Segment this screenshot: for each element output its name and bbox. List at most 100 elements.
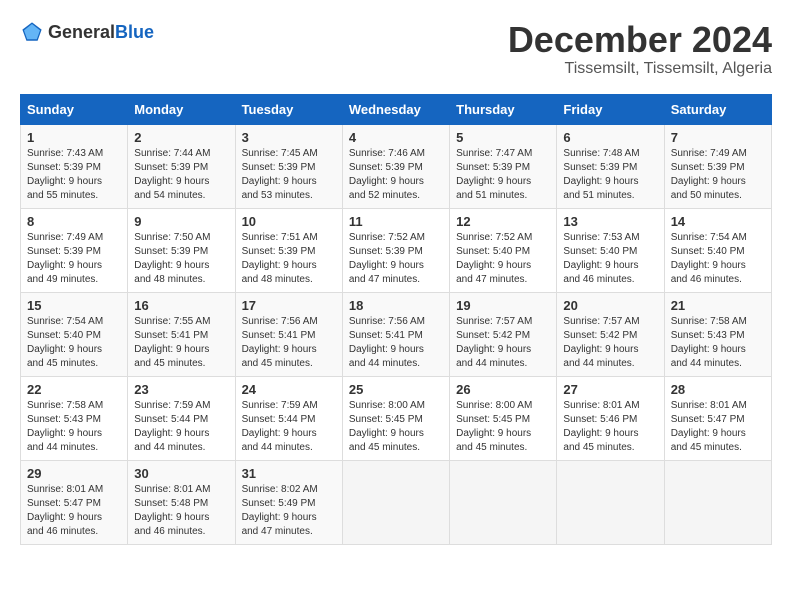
- day-info: Sunrise: 8:00 AMSunset: 5:45 PMDaylight:…: [349, 400, 425, 453]
- table-row: 16 Sunrise: 7:55 AMSunset: 5:41 PMDaylig…: [128, 292, 235, 376]
- day-number: 29: [27, 466, 121, 481]
- day-number: 24: [242, 382, 336, 397]
- day-info: Sunrise: 7:43 AMSunset: 5:39 PMDaylight:…: [27, 148, 103, 201]
- day-number: 12: [456, 214, 550, 229]
- day-number: 28: [671, 382, 765, 397]
- day-info: Sunrise: 8:01 AMSunset: 5:47 PMDaylight:…: [671, 400, 747, 453]
- day-number: 14: [671, 214, 765, 229]
- table-row: 18 Sunrise: 7:56 AMSunset: 5:41 PMDaylig…: [342, 292, 449, 376]
- day-number: 17: [242, 298, 336, 313]
- day-info: Sunrise: 7:53 AMSunset: 5:40 PMDaylight:…: [563, 232, 639, 285]
- day-number: 20: [563, 298, 657, 313]
- calendar-week-row: 15 Sunrise: 7:54 AMSunset: 5:40 PMDaylig…: [21, 292, 772, 376]
- day-info: Sunrise: 7:47 AMSunset: 5:39 PMDaylight:…: [456, 148, 532, 201]
- col-friday: Friday: [557, 94, 664, 124]
- day-number: 25: [349, 382, 443, 397]
- table-row: 19 Sunrise: 7:57 AMSunset: 5:42 PMDaylig…: [450, 292, 557, 376]
- day-info: Sunrise: 7:49 AMSunset: 5:39 PMDaylight:…: [27, 232, 103, 285]
- day-info: Sunrise: 8:01 AMSunset: 5:47 PMDaylight:…: [27, 484, 103, 537]
- day-number: 30: [134, 466, 228, 481]
- day-info: Sunrise: 7:57 AMSunset: 5:42 PMDaylight:…: [563, 316, 639, 369]
- table-row: 7 Sunrise: 7:49 AMSunset: 5:39 PMDayligh…: [664, 124, 771, 208]
- day-info: Sunrise: 8:01 AMSunset: 5:48 PMDaylight:…: [134, 484, 210, 537]
- table-row: [664, 460, 771, 544]
- day-info: Sunrise: 7:51 AMSunset: 5:39 PMDaylight:…: [242, 232, 318, 285]
- day-number: 26: [456, 382, 550, 397]
- table-row: 1 Sunrise: 7:43 AMSunset: 5:39 PMDayligh…: [21, 124, 128, 208]
- day-number: 1: [27, 130, 121, 145]
- calendar-week-row: 22 Sunrise: 7:58 AMSunset: 5:43 PMDaylig…: [21, 376, 772, 460]
- table-row: 8 Sunrise: 7:49 AMSunset: 5:39 PMDayligh…: [21, 208, 128, 292]
- day-info: Sunrise: 7:59 AMSunset: 5:44 PMDaylight:…: [134, 400, 210, 453]
- day-number: 9: [134, 214, 228, 229]
- day-number: 21: [671, 298, 765, 313]
- page-container: GeneralBlue December 2024 Tissemsilt, Ti…: [20, 20, 772, 545]
- day-number: 22: [27, 382, 121, 397]
- day-info: Sunrise: 7:57 AMSunset: 5:42 PMDaylight:…: [456, 316, 532, 369]
- day-number: 19: [456, 298, 550, 313]
- table-row: 5 Sunrise: 7:47 AMSunset: 5:39 PMDayligh…: [450, 124, 557, 208]
- calendar-week-row: 8 Sunrise: 7:49 AMSunset: 5:39 PMDayligh…: [21, 208, 772, 292]
- table-row: [557, 460, 664, 544]
- col-sunday: Sunday: [21, 94, 128, 124]
- table-row: 9 Sunrise: 7:50 AMSunset: 5:39 PMDayligh…: [128, 208, 235, 292]
- table-row: 28 Sunrise: 8:01 AMSunset: 5:47 PMDaylig…: [664, 376, 771, 460]
- calendar-week-row: 29 Sunrise: 8:01 AMSunset: 5:47 PMDaylig…: [21, 460, 772, 544]
- day-info: Sunrise: 7:54 AMSunset: 5:40 PMDaylight:…: [27, 316, 103, 369]
- calendar-week-row: 1 Sunrise: 7:43 AMSunset: 5:39 PMDayligh…: [21, 124, 772, 208]
- table-row: 22 Sunrise: 7:58 AMSunset: 5:43 PMDaylig…: [21, 376, 128, 460]
- day-info: Sunrise: 7:59 AMSunset: 5:44 PMDaylight:…: [242, 400, 318, 453]
- day-info: Sunrise: 7:56 AMSunset: 5:41 PMDaylight:…: [349, 316, 425, 369]
- day-info: Sunrise: 7:50 AMSunset: 5:39 PMDaylight:…: [134, 232, 210, 285]
- table-row: 17 Sunrise: 7:56 AMSunset: 5:41 PMDaylig…: [235, 292, 342, 376]
- table-row: 21 Sunrise: 7:58 AMSunset: 5:43 PMDaylig…: [664, 292, 771, 376]
- table-row: 10 Sunrise: 7:51 AMSunset: 5:39 PMDaylig…: [235, 208, 342, 292]
- day-number: 23: [134, 382, 228, 397]
- table-row: 11 Sunrise: 7:52 AMSunset: 5:39 PMDaylig…: [342, 208, 449, 292]
- day-number: 16: [134, 298, 228, 313]
- col-thursday: Thursday: [450, 94, 557, 124]
- day-info: Sunrise: 7:52 AMSunset: 5:40 PMDaylight:…: [456, 232, 532, 285]
- calendar-header-row: Sunday Monday Tuesday Wednesday Thursday…: [21, 94, 772, 124]
- table-row: 13 Sunrise: 7:53 AMSunset: 5:40 PMDaylig…: [557, 208, 664, 292]
- day-info: Sunrise: 8:00 AMSunset: 5:45 PMDaylight:…: [456, 400, 532, 453]
- logo-icon: [20, 20, 44, 44]
- table-row: 14 Sunrise: 7:54 AMSunset: 5:40 PMDaylig…: [664, 208, 771, 292]
- day-info: Sunrise: 8:02 AMSunset: 5:49 PMDaylight:…: [242, 484, 318, 537]
- day-info: Sunrise: 7:55 AMSunset: 5:41 PMDaylight:…: [134, 316, 210, 369]
- logo-text-blue: Blue: [115, 22, 154, 42]
- day-number: 11: [349, 214, 443, 229]
- day-info: Sunrise: 7:54 AMSunset: 5:40 PMDaylight:…: [671, 232, 747, 285]
- table-row: 27 Sunrise: 8:01 AMSunset: 5:46 PMDaylig…: [557, 376, 664, 460]
- day-info: Sunrise: 7:44 AMSunset: 5:39 PMDaylight:…: [134, 148, 210, 201]
- day-info: Sunrise: 7:46 AMSunset: 5:39 PMDaylight:…: [349, 148, 425, 201]
- day-info: Sunrise: 7:48 AMSunset: 5:39 PMDaylight:…: [563, 148, 639, 201]
- table-row: 15 Sunrise: 7:54 AMSunset: 5:40 PMDaylig…: [21, 292, 128, 376]
- day-number: 6: [563, 130, 657, 145]
- table-row: 6 Sunrise: 7:48 AMSunset: 5:39 PMDayligh…: [557, 124, 664, 208]
- day-info: Sunrise: 7:56 AMSunset: 5:41 PMDaylight:…: [242, 316, 318, 369]
- table-row: [450, 460, 557, 544]
- col-tuesday: Tuesday: [235, 94, 342, 124]
- header: GeneralBlue December 2024 Tissemsilt, Ti…: [20, 20, 772, 78]
- calendar-table: Sunday Monday Tuesday Wednesday Thursday…: [20, 94, 772, 545]
- day-number: 8: [27, 214, 121, 229]
- location-subtitle: Tissemsilt, Tissemsilt, Algeria: [508, 60, 772, 78]
- day-number: 27: [563, 382, 657, 397]
- day-info: Sunrise: 7:45 AMSunset: 5:39 PMDaylight:…: [242, 148, 318, 201]
- col-saturday: Saturday: [664, 94, 771, 124]
- table-row: 12 Sunrise: 7:52 AMSunset: 5:40 PMDaylig…: [450, 208, 557, 292]
- table-row: 20 Sunrise: 7:57 AMSunset: 5:42 PMDaylig…: [557, 292, 664, 376]
- col-wednesday: Wednesday: [342, 94, 449, 124]
- logo-text-general: General: [48, 22, 115, 42]
- table-row: [342, 460, 449, 544]
- table-row: 31 Sunrise: 8:02 AMSunset: 5:49 PMDaylig…: [235, 460, 342, 544]
- day-number: 7: [671, 130, 765, 145]
- day-info: Sunrise: 8:01 AMSunset: 5:46 PMDaylight:…: [563, 400, 639, 453]
- day-info: Sunrise: 7:49 AMSunset: 5:39 PMDaylight:…: [671, 148, 747, 201]
- day-info: Sunrise: 7:58 AMSunset: 5:43 PMDaylight:…: [671, 316, 747, 369]
- table-row: 25 Sunrise: 8:00 AMSunset: 5:45 PMDaylig…: [342, 376, 449, 460]
- title-section: December 2024 Tissemsilt, Tissemsilt, Al…: [508, 20, 772, 78]
- month-title: December 2024: [508, 20, 772, 60]
- table-row: 29 Sunrise: 8:01 AMSunset: 5:47 PMDaylig…: [21, 460, 128, 544]
